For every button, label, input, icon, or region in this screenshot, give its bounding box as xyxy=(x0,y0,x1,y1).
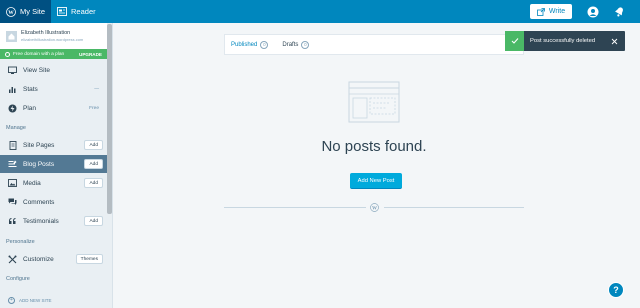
sidebar-item-label: Testimonials xyxy=(23,217,59,225)
info-icon xyxy=(5,51,10,57)
manage-heading: Manage xyxy=(6,125,26,131)
wordpress-icon: W xyxy=(6,6,16,17)
write-button[interactable]: Write xyxy=(530,4,572,19)
sidebar-item-media[interactable]: Media Add xyxy=(0,174,107,192)
computer-icon xyxy=(8,66,17,75)
tools-icon xyxy=(8,255,17,264)
add-new-site-label: ADD NEW SITE xyxy=(19,297,52,303)
media-icon xyxy=(8,179,17,188)
add-post-sidebar-button[interactable]: Add xyxy=(84,159,103,169)
pages-icon xyxy=(8,140,17,150)
sidebar-item-view-site[interactable]: View Site xyxy=(0,61,107,79)
tab-published[interactable]: Published 0 xyxy=(231,40,269,49)
reader-label: Reader xyxy=(71,7,96,16)
site-name: Elizabeth Illustration xyxy=(21,30,71,36)
close-icon[interactable] xyxy=(607,34,621,48)
sidebar-item-label: Customize xyxy=(23,255,54,263)
configure-heading: Configure xyxy=(6,276,30,282)
stats-icon xyxy=(8,85,17,94)
themes-button[interactable]: Themes xyxy=(75,254,103,264)
plus-icon: + xyxy=(8,296,15,304)
site-domain: elizabethillustration.wordpress.com xyxy=(21,37,84,42)
comments-icon xyxy=(8,198,17,207)
current-site-card[interactable]: Elizabeth Illustration elizabethillustra… xyxy=(0,23,107,49)
sidebar-item-label: Media xyxy=(23,179,41,187)
sidebar-item-blog-posts[interactable]: Blog Posts Add xyxy=(0,155,107,173)
plan-value: Free xyxy=(89,105,99,111)
posts-icon xyxy=(8,160,17,169)
stats-sparkline: — xyxy=(94,86,99,92)
add-page-button[interactable]: Add xyxy=(84,140,103,150)
quote-icon xyxy=(8,217,17,226)
sidebar-scrollbar[interactable] xyxy=(107,24,112,214)
reader-tab[interactable]: Reader xyxy=(51,0,102,23)
notice-message: Post successfully deleted xyxy=(530,38,596,44)
tab-drafts[interactable]: Drafts 0 xyxy=(282,40,310,49)
reader-icon xyxy=(57,7,67,16)
empty-state-title: No posts found. xyxy=(321,138,427,155)
sidebar-item-customize[interactable]: Customize Themes xyxy=(0,250,107,268)
plan-nudge-text: Free domain with a plan xyxy=(13,51,65,57)
masterbar: W My Site Reader Write xyxy=(0,0,640,23)
personalize-heading: Personalize xyxy=(6,239,35,245)
write-label: Write xyxy=(548,8,566,15)
svg-text:W: W xyxy=(372,206,377,211)
my-site-tab[interactable]: W My Site xyxy=(0,0,52,23)
upgrade-link[interactable]: UPGRADE xyxy=(79,52,102,57)
divider xyxy=(384,207,524,208)
sidebar-item-comments[interactable]: Comments xyxy=(0,193,107,211)
wordpress-logo-icon: W xyxy=(370,203,379,212)
sidebar-item-label: View Site xyxy=(23,66,50,74)
empty-posts-illustration xyxy=(348,81,400,123)
success-notice: Post successfully deleted xyxy=(505,31,625,51)
tab-drafts-label: Drafts xyxy=(282,41,299,48)
add-new-site-link[interactable]: + ADD NEW SITE xyxy=(0,293,107,307)
plan-bolt-icon xyxy=(8,104,17,113)
sidebar-item-testimonials[interactable]: Testimonials Add xyxy=(0,212,107,230)
svg-text:W: W xyxy=(8,10,14,16)
sidebar-item-stats[interactable]: Stats — xyxy=(0,80,107,98)
write-icon xyxy=(536,7,545,16)
sidebar-item-site-pages[interactable]: Site Pages Add xyxy=(0,136,107,154)
sidebar-item-label: Blog Posts xyxy=(23,160,55,168)
avatar[interactable] xyxy=(586,5,599,18)
add-media-button[interactable]: Add xyxy=(84,178,103,188)
sidebar-item-label: Stats xyxy=(23,85,38,93)
section-nav: Published 0 Drafts 0 xyxy=(224,34,524,55)
sidebar-item-plan[interactable]: Plan Free xyxy=(0,99,107,117)
published-count-badge: 0 xyxy=(260,40,269,49)
plan-nudge[interactable]: Free domain with a plan UPGRADE xyxy=(0,49,107,59)
divider xyxy=(224,207,366,208)
tab-published-label: Published xyxy=(231,41,258,48)
help-button[interactable]: ? xyxy=(608,282,624,298)
drafts-count-badge: 0 xyxy=(301,40,310,49)
sidebar-item-label: Site Pages xyxy=(23,141,55,149)
site-icon xyxy=(6,30,17,42)
add-testimonial-button[interactable]: Add xyxy=(84,216,103,226)
sidebar-item-label: Plan xyxy=(23,104,37,112)
add-new-post-button[interactable]: Add New Post xyxy=(350,173,402,189)
checkmark-icon xyxy=(505,31,524,51)
notifications-bell-icon[interactable] xyxy=(613,5,626,18)
sidebar: Elizabeth Illustration elizabethillustra… xyxy=(0,23,113,308)
sidebar-item-label: Comments xyxy=(23,198,55,206)
my-site-label: My Site xyxy=(20,7,46,16)
